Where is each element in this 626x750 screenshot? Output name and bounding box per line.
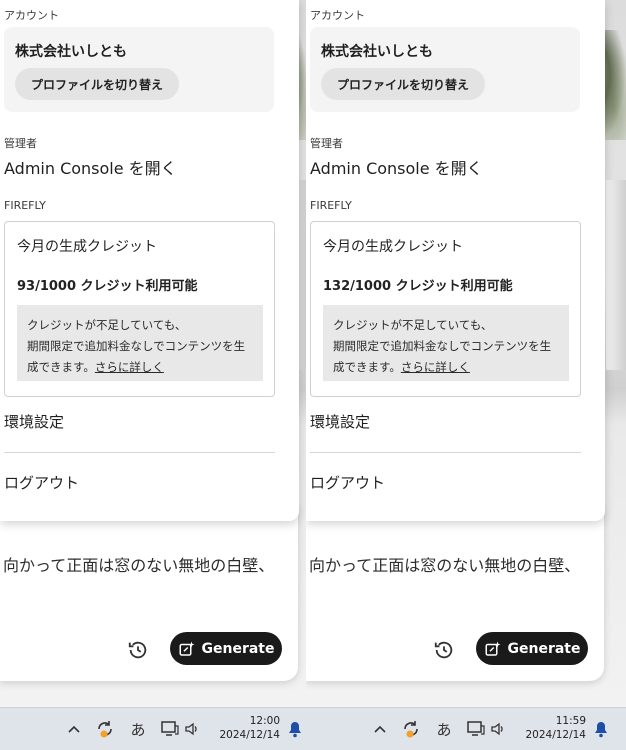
clock-time: 12:00 bbox=[249, 715, 280, 727]
speaker-icon[interactable] bbox=[488, 719, 508, 739]
preferences-menu-item[interactable]: 環境設定 bbox=[4, 411, 64, 432]
admin-console-link[interactable]: Admin Console を開く bbox=[310, 155, 483, 179]
learn-more-link[interactable]: さらに詳しく bbox=[95, 360, 164, 374]
prompt-card: 向かって正面は窓のない無地の白壁、 Generate bbox=[306, 505, 604, 681]
sync-icon[interactable] bbox=[401, 719, 421, 739]
history-icon[interactable] bbox=[127, 639, 149, 661]
clock-time: 11:59 bbox=[555, 715, 586, 727]
credit-box: 今月の生成クレジット 132/1000 クレジット利用可能 クレジットが不足して… bbox=[310, 221, 581, 397]
admin-section-label: 管理者 bbox=[310, 137, 343, 150]
generate-label: Generate bbox=[507, 640, 581, 657]
ime-indicator[interactable]: あ bbox=[434, 719, 454, 739]
generate-label: Generate bbox=[201, 640, 275, 657]
credit-count: 132/1000 クレジット利用可能 bbox=[323, 279, 513, 294]
account-menu: アカウント 株式会社いしとも プロファイルを切り替え 管理者 Admin Con… bbox=[0, 0, 299, 521]
notification-bell-icon[interactable] bbox=[287, 720, 303, 738]
generate-button[interactable]: Generate bbox=[476, 632, 588, 665]
ime-indicator[interactable]: あ bbox=[128, 719, 148, 739]
history-icon[interactable] bbox=[433, 639, 455, 661]
credit-note-line: 成できます。さらに詳しく bbox=[27, 360, 164, 374]
credit-title: 今月の生成クレジット bbox=[17, 239, 157, 255]
credit-count: 93/1000 クレジット利用可能 bbox=[17, 279, 198, 294]
account-section-label: アカウント bbox=[4, 9, 59, 22]
clock-date: 2024/12/14 bbox=[525, 729, 586, 741]
taskbar-tray-left: あ 12:00 2024/12/14 bbox=[0, 708, 306, 750]
preferences-menu-item[interactable]: 環境設定 bbox=[310, 411, 370, 432]
generate-sparkle-icon bbox=[179, 641, 194, 656]
credit-note-line: クレジットが不足していても、 bbox=[333, 318, 493, 332]
switch-profile-button[interactable]: プロファイルを切り替え bbox=[15, 68, 180, 100]
display-icon[interactable] bbox=[160, 719, 180, 739]
credit-note: クレジットが不足していても、 期間限定で追加料金なしでコンテンツを生 成できます… bbox=[323, 305, 569, 381]
company-name: 株式会社いしとも bbox=[321, 44, 433, 60]
account-box: 株式会社いしとも プロファイルを切り替え bbox=[4, 27, 274, 112]
admin-console-link[interactable]: Admin Console を開く bbox=[4, 155, 177, 179]
divider bbox=[310, 452, 581, 453]
credit-box: 今月の生成クレジット 93/1000 クレジット利用可能 クレジットが不足してい… bbox=[4, 221, 275, 397]
display-icon[interactable] bbox=[466, 719, 486, 739]
chevron-up-icon[interactable] bbox=[370, 719, 390, 739]
admin-section-label: 管理者 bbox=[4, 137, 37, 150]
taskbar: あ 12:00 2024/12/14 あ 11:59 2024/12/14 bbox=[0, 707, 626, 750]
generate-button[interactable]: Generate bbox=[170, 632, 282, 665]
account-box: 株式会社いしとも プロファイルを切り替え bbox=[310, 27, 580, 112]
credit-title: 今月の生成クレジット bbox=[323, 239, 463, 255]
chevron-up-icon[interactable] bbox=[64, 719, 84, 739]
speaker-icon[interactable] bbox=[182, 719, 202, 739]
credit-note-line: クレジットが不足していても、 bbox=[27, 318, 187, 332]
switch-profile-button[interactable]: プロファイルを切り替え bbox=[321, 68, 486, 100]
divider bbox=[4, 452, 275, 453]
logout-menu-item[interactable]: ログアウト bbox=[4, 472, 79, 493]
clock[interactable]: 11:59 2024/12/14 bbox=[518, 714, 586, 742]
notification-bell-icon[interactable] bbox=[593, 720, 609, 738]
sync-icon[interactable] bbox=[95, 719, 115, 739]
account-section-label: アカウント bbox=[310, 9, 365, 22]
taskbar-tray-right: あ 11:59 2024/12/14 bbox=[306, 708, 626, 750]
firefly-section-label: FIREFLY bbox=[4, 199, 46, 212]
firefly-section-label: FIREFLY bbox=[310, 199, 352, 212]
background-pillar bbox=[606, 180, 626, 370]
credit-note-line: 期間限定で追加料金なしでコンテンツを生 bbox=[333, 339, 552, 353]
clock[interactable]: 12:00 2024/12/14 bbox=[212, 714, 280, 742]
screenshot-panel-left: 向かって正面は窓のない無地の白壁、 Generate アカウント 株式会社いしと… bbox=[0, 0, 306, 707]
screenshot-panel-right: 向かって正面は窓のない無地の白壁、 Generate アカウント 株式会社いしと… bbox=[306, 0, 626, 707]
account-menu: アカウント 株式会社いしとも プロファイルを切り替え 管理者 Admin Con… bbox=[306, 0, 605, 521]
prompt-card: 向かって正面は窓のない無地の白壁、 Generate bbox=[0, 505, 298, 681]
credit-note: クレジットが不足していても、 期間限定で追加料金なしでコンテンツを生 成できます… bbox=[17, 305, 263, 381]
credit-note-line: 期間限定で追加料金なしでコンテンツを生 bbox=[27, 339, 246, 353]
prompt-input[interactable]: 向かって正面は窓のない無地の白壁、 bbox=[309, 552, 580, 576]
generate-sparkle-icon bbox=[485, 641, 500, 656]
credit-note-line: 成できます。さらに詳しく bbox=[333, 360, 470, 374]
clock-date: 2024/12/14 bbox=[219, 729, 280, 741]
company-name: 株式会社いしとも bbox=[15, 44, 127, 60]
prompt-input[interactable]: 向かって正面は窓のない無地の白壁、 bbox=[3, 552, 274, 576]
learn-more-link[interactable]: さらに詳しく bbox=[401, 360, 470, 374]
logout-menu-item[interactable]: ログアウト bbox=[310, 472, 385, 493]
